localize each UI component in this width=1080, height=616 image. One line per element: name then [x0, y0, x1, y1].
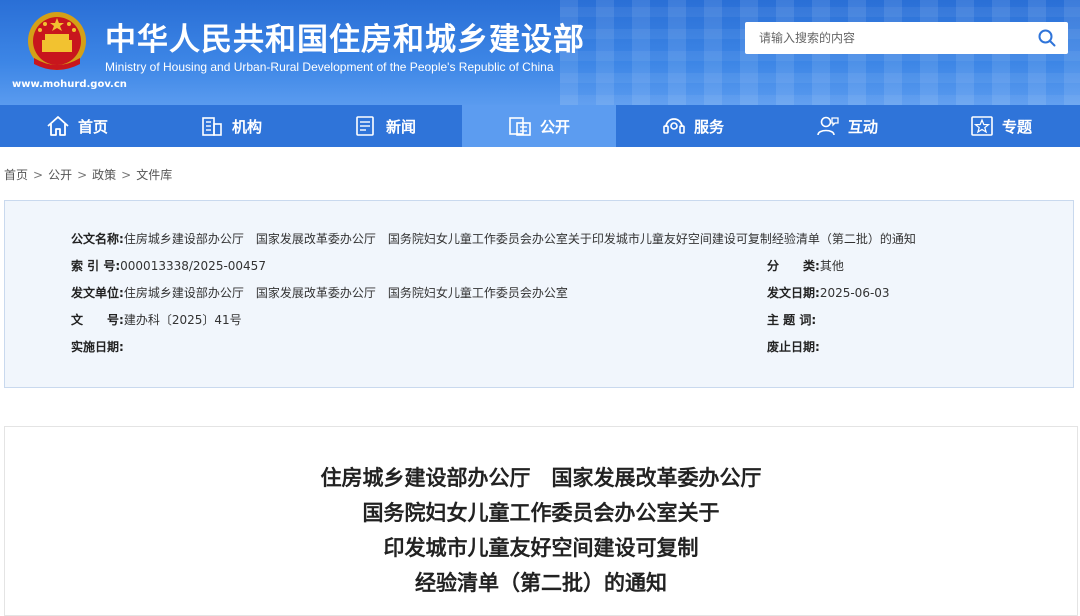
nav-item-service[interactable]: 服务 [616, 105, 770, 147]
newspaper-icon [356, 116, 374, 136]
national-emblem-icon [28, 12, 86, 70]
info-effective-date: 实施日期: [71, 338, 124, 355]
article-title-line: 经验清单（第二批）的通知 [415, 571, 667, 595]
breadcrumb-public[interactable]: 公开 [48, 168, 72, 182]
breadcrumb-separator: > [33, 168, 44, 182]
info-subject: 主 题 词: [767, 311, 816, 328]
nav-item-news[interactable]: 新闻 [308, 105, 462, 147]
breadcrumb-separator: > [121, 168, 132, 182]
nav-label: 服务 [693, 117, 724, 136]
info-value: 住房城乡建设部办公厅 国家发展改革委办公厅 国务院妇女儿童工作委员会办公室关于印… [123, 232, 916, 246]
info-repeal-date: 废止日期: [767, 338, 820, 355]
info-label: 废止日期: [767, 340, 820, 354]
article-title: 住房城乡建设部办公厅 国家发展改革委办公厅 国务院妇女儿童工作委员会办公室关于 … [5, 461, 1077, 601]
article-body: 住房城乡建设部办公厅 国家发展改革委办公厅 国务院妇女儿童工作委员会办公室关于 … [4, 426, 1078, 616]
info-value: 000013338/2025-00457 [120, 259, 266, 273]
nav-item-interact[interactable]: 互动 [770, 105, 924, 147]
search-icon[interactable] [1038, 29, 1056, 47]
info-value: 住房城乡建设部办公厅 国家发展改革委办公厅 国务院妇女儿童工作委员会办公室 [123, 286, 568, 300]
info-label: 分 类: [767, 259, 820, 273]
info-value: 其他 [819, 259, 844, 273]
info-label: 发文单位: [71, 286, 124, 300]
search-box [745, 22, 1068, 54]
info-issue-date: 发文日期:2025-06-03 [767, 284, 890, 301]
info-doc-number: 文 号:建办科〔2025〕41号 [71, 311, 242, 328]
info-doc-title: 公文名称:住房城乡建设部办公厅 国家发展改革委办公厅 国务院妇女儿童工作委员会办… [71, 230, 916, 247]
nav-item-home[interactable]: 首页 [0, 105, 154, 147]
info-label: 发文日期: [767, 286, 820, 300]
info-value: 2025-06-03 [819, 286, 890, 300]
nav-item-organization[interactable]: 机构 [154, 105, 308, 147]
site-url: www.mohurd.gov.cn [12, 79, 127, 90]
nav-label: 公开 [539, 117, 570, 136]
info-label: 实施日期: [71, 340, 124, 354]
nav-item-topics[interactable]: 专题 [924, 105, 1078, 147]
service-icon [663, 118, 685, 134]
nav-label: 机构 [231, 117, 262, 136]
star-icon [971, 116, 993, 136]
info-label: 文 号: [71, 313, 124, 327]
info-label: 公文名称: [71, 232, 124, 246]
info-label: 索 引 号: [71, 259, 121, 273]
home-icon [47, 116, 69, 136]
info-value: 建办科〔2025〕41号 [123, 313, 242, 327]
breadcrumb-separator: > [77, 168, 88, 182]
article-title-line: 住房城乡建设部办公厅 国家发展改革委办公厅 [320, 466, 762, 490]
breadcrumb-library[interactable]: 文件库 [136, 168, 172, 182]
info-category: 分 类:其他 [767, 257, 844, 274]
breadcrumb-policy[interactable]: 政策 [92, 168, 116, 182]
info-index: 索 引 号:000013338/2025-00457 [71, 257, 266, 274]
document-icon [509, 117, 531, 136]
document-info-panel: 公文名称:住房城乡建设部办公厅 国家发展改革委办公厅 国务院妇女儿童工作委员会办… [4, 200, 1074, 388]
breadcrumb-home[interactable]: 首页 [4, 168, 28, 182]
info-label: 主 题 词: [767, 313, 817, 327]
article-title-line: 国务院妇女儿童工作委员会办公室关于 [362, 501, 720, 525]
site-title-cn: 中华人民共和国住房和城乡建设部 [105, 22, 585, 58]
nav-label: 新闻 [385, 117, 416, 136]
info-issuer: 发文单位:住房城乡建设部办公厅 国家发展改革委办公厅 国务院妇女儿童工作委员会办… [71, 284, 568, 301]
main-nav: 首页 机构 新闻 公开 服务 互动 专题 [0, 105, 1080, 147]
article-title-line: 印发城市儿童友好空间建设可复制 [383, 536, 699, 560]
nav-label: 互动 [847, 117, 878, 136]
site-title-en: Ministry of Housing and Urban-Rural Deve… [105, 60, 554, 74]
search-input[interactable] [745, 22, 1039, 54]
nav-label: 首页 [77, 117, 108, 136]
building-icon [202, 117, 222, 136]
nav-item-public[interactable]: 公开 [462, 105, 616, 147]
user-interact-icon [817, 116, 839, 136]
site-header: www.mohurd.gov.cn 中华人民共和国住房和城乡建设部 Minist… [0, 0, 1080, 105]
breadcrumb: 首页 > 公开 > 政策 > 文件库 [4, 166, 172, 183]
nav-label: 专题 [1001, 117, 1032, 136]
